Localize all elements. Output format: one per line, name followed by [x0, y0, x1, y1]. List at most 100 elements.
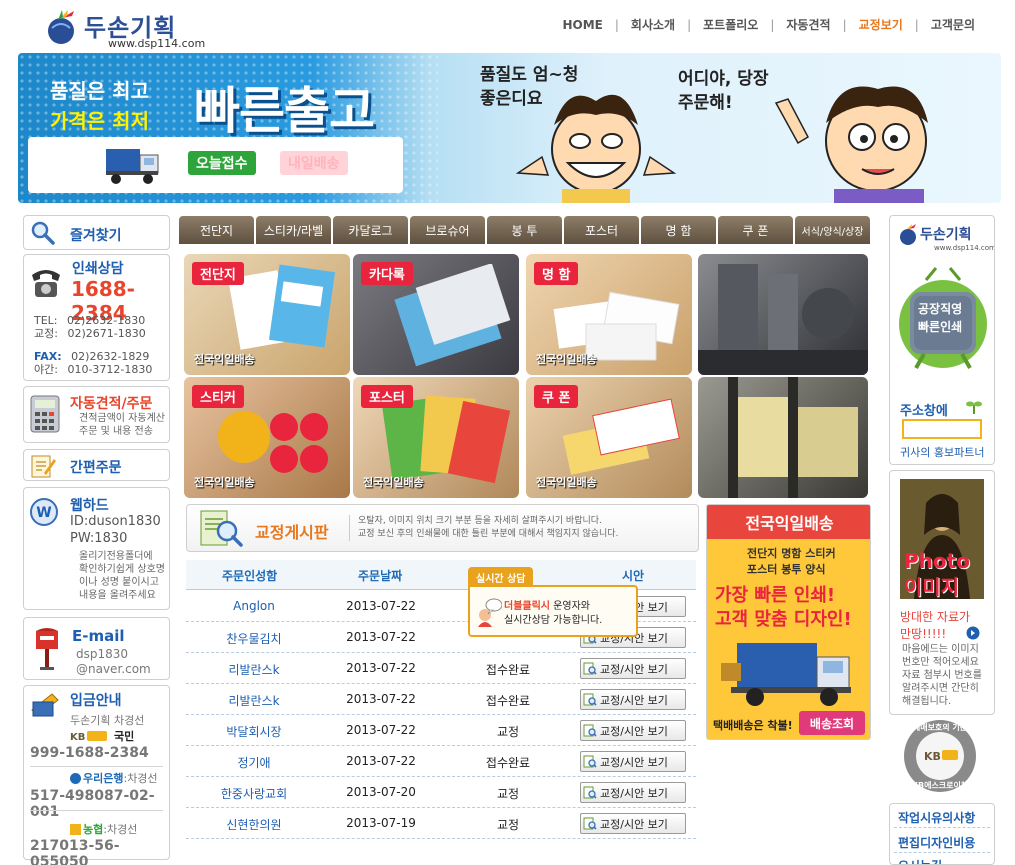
proof-view-button-label: 교정/시안 보기: [600, 693, 668, 707]
row-order-date: 2013-07-19: [346, 816, 416, 830]
proof-view-button[interactable]: 교정/시안 보기: [580, 782, 686, 803]
main-banner[interactable]: 품질은 최고 가격은 최저 빠른출고 오늘접수 내일배송 품질도 엄~청 좋은디: [18, 53, 1001, 203]
address-bar-input[interactable]: [902, 419, 982, 439]
proof-view-button[interactable]: 교정/시안 보기: [580, 689, 686, 710]
seal-top-text: 예매보호의 기준: [912, 723, 968, 732]
banner-headline: 빠른출고: [194, 82, 375, 140]
bank2-account: 517-498087-02-001: [30, 788, 155, 820]
tab-business-card[interactable]: 명 함: [641, 216, 716, 244]
proof-view-button[interactable]: 교정/시안 보기: [580, 658, 686, 679]
tv-text-1: 공장직영: [918, 302, 963, 316]
proof-view-button-label: 교정/시안 보기: [600, 755, 668, 769]
link-directions[interactable]: 오시는길: [898, 857, 942, 864]
tile-sticker[interactable]: 스티커 전국익일배송: [184, 377, 350, 498]
arrow-right-circle-icon[interactable]: [966, 626, 980, 640]
delivery-track-button[interactable]: 배송조회: [799, 711, 865, 735]
press-machine-photo-2: [698, 377, 868, 498]
link-work-notes[interactable]: 작업시유의사항: [898, 809, 975, 826]
favorites-title: 즐겨찾기: [70, 228, 122, 244]
delivery-truck-icon: [721, 643, 851, 706]
tile-poster-foot: 전국익일배송: [363, 476, 424, 489]
tile-flyer[interactable]: 전단지 전국익일배송: [184, 254, 350, 375]
tab-poster[interactable]: 포스터: [564, 216, 639, 244]
nav-proof-view[interactable]: 교정보기: [855, 16, 907, 33]
fax-label: FAX:: [34, 350, 62, 363]
tel-row: TEL: 02)2632-1830: [34, 314, 145, 327]
row-orderer-name[interactable]: Anglon: [186, 599, 322, 613]
tab-forms-certificates[interactable]: 서식/양식/상장: [795, 216, 870, 244]
telephone-icon: [32, 270, 60, 297]
tab-catalog[interactable]: 카달로그: [333, 216, 408, 244]
nav-home[interactable]: HOME: [558, 18, 606, 32]
logo-url: www.dsp114.com: [108, 37, 206, 50]
live-chat-popup[interactable]: 실시간 상담 더블클릭시 운영자와 실시간상담 가능합니다.: [468, 567, 638, 637]
webhard-box[interactable]: W 웹하드 ID:duson1830 PW:1830 올리기전용폴더에 확인하기…: [23, 487, 170, 610]
next-day-delivery-ad[interactable]: 전국익일배송 전단지 명함 스티커 포스터 봉투 양식 가장 빠른 인쇄! 고객…: [706, 504, 871, 740]
press-machine-photo-1: [698, 254, 868, 375]
photo-desc-2: 만땅!!!!!: [900, 627, 947, 641]
brand-promo-box[interactable]: 두손기획 www.dsp114.com 공장직영 빠른인쇄 주소창에 귀사의 홍…: [889, 215, 995, 465]
photo-image-box[interactable]: Photo 이미지 방대한 자료가 만땅!!!!! 마음에드는 이미지 번호만 …: [889, 470, 995, 715]
speech-right-line1: 어디야, 당장: [678, 69, 769, 89]
bank2-name: 우리은행: [83, 772, 124, 785]
tile-poster[interactable]: 포스터 전국익일배송: [353, 377, 519, 498]
tab-brochure[interactable]: 브로슈어: [410, 216, 485, 244]
photo-note-4: 알려주시면 간단히: [902, 683, 979, 694]
auto-estimate-desc-1: 견적금액이 자동계산: [79, 413, 165, 424]
row-order-date: 2013-07-22: [346, 723, 416, 737]
tile-business-card[interactable]: 명 함 전국익일배송: [526, 254, 692, 375]
row-orderer-name[interactable]: 한중사랑교회: [186, 785, 322, 802]
nav-customer-inquiry[interactable]: 고객문의: [927, 16, 979, 33]
site-header: 두손기획 www.dsp114.com HOME | 회사소개 | 포트폴리오 …: [0, 0, 1015, 52]
photo-title: Photo: [904, 549, 970, 573]
printing-line-image: [728, 377, 858, 498]
webhard-desc-4: 내용을 올려주세요: [79, 590, 156, 601]
document-search-icon: [583, 693, 597, 706]
right-brand-url: www.dsp114.com: [934, 244, 995, 252]
proof-view-button[interactable]: 교정/시안 보기: [580, 813, 686, 834]
row-orderer-name[interactable]: 리발란스k: [186, 661, 322, 678]
tab-coupon[interactable]: 쿠 폰: [718, 216, 793, 244]
nav-portfolio[interactable]: 포트폴리오: [699, 16, 762, 33]
delivery-ad-sub-1: 전단지 명함 스티커: [747, 547, 836, 560]
webhard-desc-1: 올리기전용폴더에: [79, 551, 153, 562]
tile-sticker-label: 스티커: [192, 385, 244, 408]
tile-flyer-label: 전단지: [192, 262, 244, 285]
banner-price-text: 가격은 최저: [50, 109, 149, 133]
promo-partner-text: 귀사의 홍보파트너: [900, 446, 985, 459]
tab-flyer[interactable]: 전단지: [179, 216, 254, 244]
night-label: 야간:: [34, 363, 58, 376]
favorites-box[interactable]: 즐겨찾기: [23, 215, 170, 250]
deposit-info-box: 입금안내 두손기획 차경선 KB 국민 999-1688-2384 우리은행 :…: [23, 685, 170, 865]
board-title: 교정게시판: [255, 523, 329, 542]
proof-view-button[interactable]: 교정/시안 보기: [580, 751, 686, 772]
email-box[interactable]: E-mail dsp1830 @naver.com: [23, 617, 170, 680]
print-consult-box: 인쇄상담 1688-2384 TEL: 02)2632-1830 교정: 02)…: [23, 254, 170, 381]
proof-view-button[interactable]: 교정/시안 보기: [580, 720, 686, 741]
document-search-icon: [583, 755, 597, 768]
tile-catalog[interactable]: 카다록: [353, 254, 519, 375]
link-design-cost[interactable]: 편집디자인비용: [898, 834, 975, 851]
document-magnifier-icon: [200, 510, 243, 547]
auto-estimate-box[interactable]: 자동견적/주문 견적금액이 자동계산 주문 및 내용 전송: [23, 386, 170, 443]
photo-note-1: 마음에드는 이미지: [902, 644, 979, 655]
tab-sticker-label[interactable]: 스티카/라벨: [256, 216, 331, 244]
row-orderer-name[interactable]: 박달회시장: [186, 723, 322, 740]
row-orderer-name[interactable]: 신현한의원: [186, 816, 322, 833]
kb-escrow-seal[interactable]: KB 예매보호의 기준 KB에스크로이체: [896, 718, 984, 794]
printing-press-image: [698, 264, 868, 375]
table-row: 신현한의원 2013-07-19 교정 교정/시안 보기: [186, 808, 696, 839]
nav-auto-estimate[interactable]: 자동견적: [782, 16, 834, 33]
row-orderer-name[interactable]: 찬우물김치: [186, 630, 322, 647]
tab-envelope[interactable]: 봉 투: [487, 216, 562, 244]
row-orderer-name[interactable]: 리발란스k: [186, 692, 322, 709]
nav-company[interactable]: 회사소개: [627, 16, 679, 33]
row-orderer-name[interactable]: 정기애: [186, 754, 322, 771]
easy-order-box[interactable]: 간편주문: [23, 449, 170, 481]
tile-coupon[interactable]: 쿠 폰 전국익일배송: [526, 377, 692, 498]
site-logo[interactable]: 두손기획 www.dsp114.com: [40, 6, 210, 50]
row-order-date: 2013-07-20: [346, 785, 416, 799]
live-chat-line-2: 실시간상담 가능합니다.: [504, 615, 603, 626]
fax-row: FAX: 02)2632-1829: [34, 350, 149, 363]
magnifier-icon: [31, 221, 55, 245]
